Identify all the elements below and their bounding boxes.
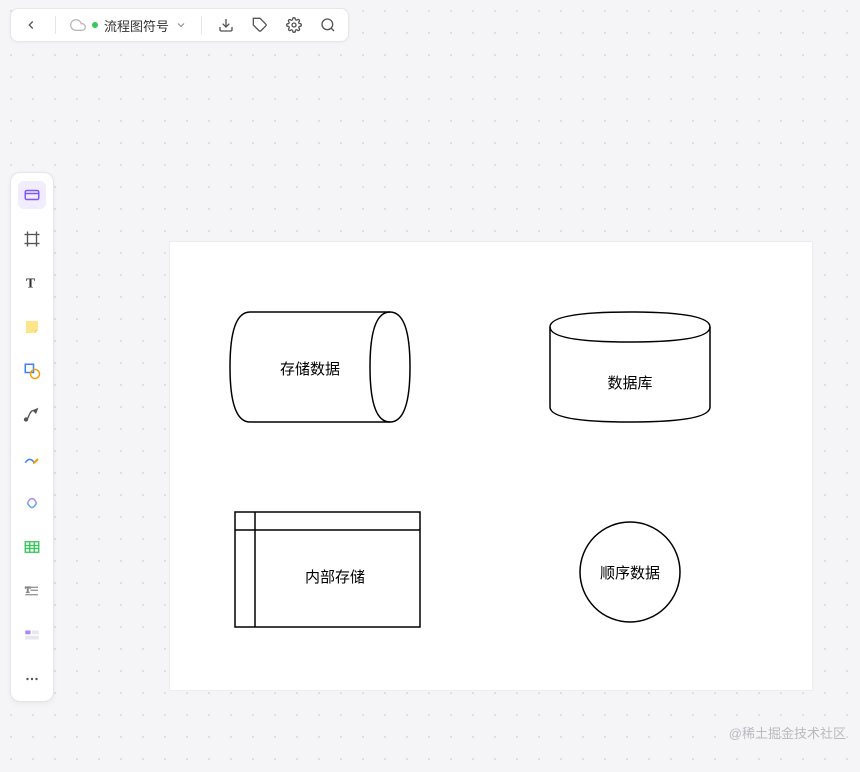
shape-internal-storage[interactable]: 内部存储 — [235, 512, 420, 627]
download-button[interactable] — [216, 15, 236, 35]
svg-text:T: T — [26, 276, 35, 291]
shape-database[interactable]: 数据库 — [550, 312, 710, 422]
top-toolbar: 流程图符号 — [10, 8, 349, 42]
chevron-down-icon — [175, 19, 187, 31]
shape-label: 数据库 — [607, 375, 652, 392]
svg-text:T: T — [25, 586, 30, 595]
tool-template[interactable] — [18, 621, 46, 649]
back-button[interactable] — [21, 15, 41, 35]
doc-title-area[interactable]: 流程图符号 — [70, 16, 187, 35]
shape-stored-data[interactable]: 存储数据 — [230, 312, 410, 422]
tool-connector[interactable] — [18, 401, 46, 429]
tag-button[interactable] — [250, 15, 270, 35]
sync-status-dot — [92, 22, 98, 28]
tool-textblock[interactable]: T — [18, 577, 46, 605]
shape-label: 顺序数据 — [600, 565, 660, 582]
drawing-canvas[interactable]: 存储数据 数据库 内部存储 顺序数据 — [170, 242, 812, 690]
left-sidebar: T T — [10, 172, 54, 702]
doc-title: 流程图符号 — [104, 16, 169, 35]
tool-text[interactable]: T — [18, 269, 46, 297]
tool-mindmap[interactable] — [18, 489, 46, 517]
tool-table[interactable] — [18, 533, 46, 561]
tool-card[interactable] — [18, 181, 46, 209]
tool-sticky-note[interactable] — [18, 313, 46, 341]
tool-pen[interactable] — [18, 445, 46, 473]
shape-label: 内部存储 — [305, 569, 365, 586]
search-button[interactable] — [318, 15, 338, 35]
settings-button[interactable] — [284, 15, 304, 35]
cloud-sync-icon — [70, 17, 86, 33]
tool-shapes[interactable] — [18, 357, 46, 385]
tool-more[interactable] — [18, 665, 46, 693]
shape-sequential-data[interactable]: 顺序数据 — [580, 522, 680, 622]
toolbar-divider — [201, 16, 202, 34]
shape-label: 存储数据 — [280, 361, 340, 378]
tool-frame[interactable] — [18, 225, 46, 253]
watermark: @稀土掘金技术社区 — [729, 723, 846, 742]
toolbar-divider — [55, 16, 56, 34]
